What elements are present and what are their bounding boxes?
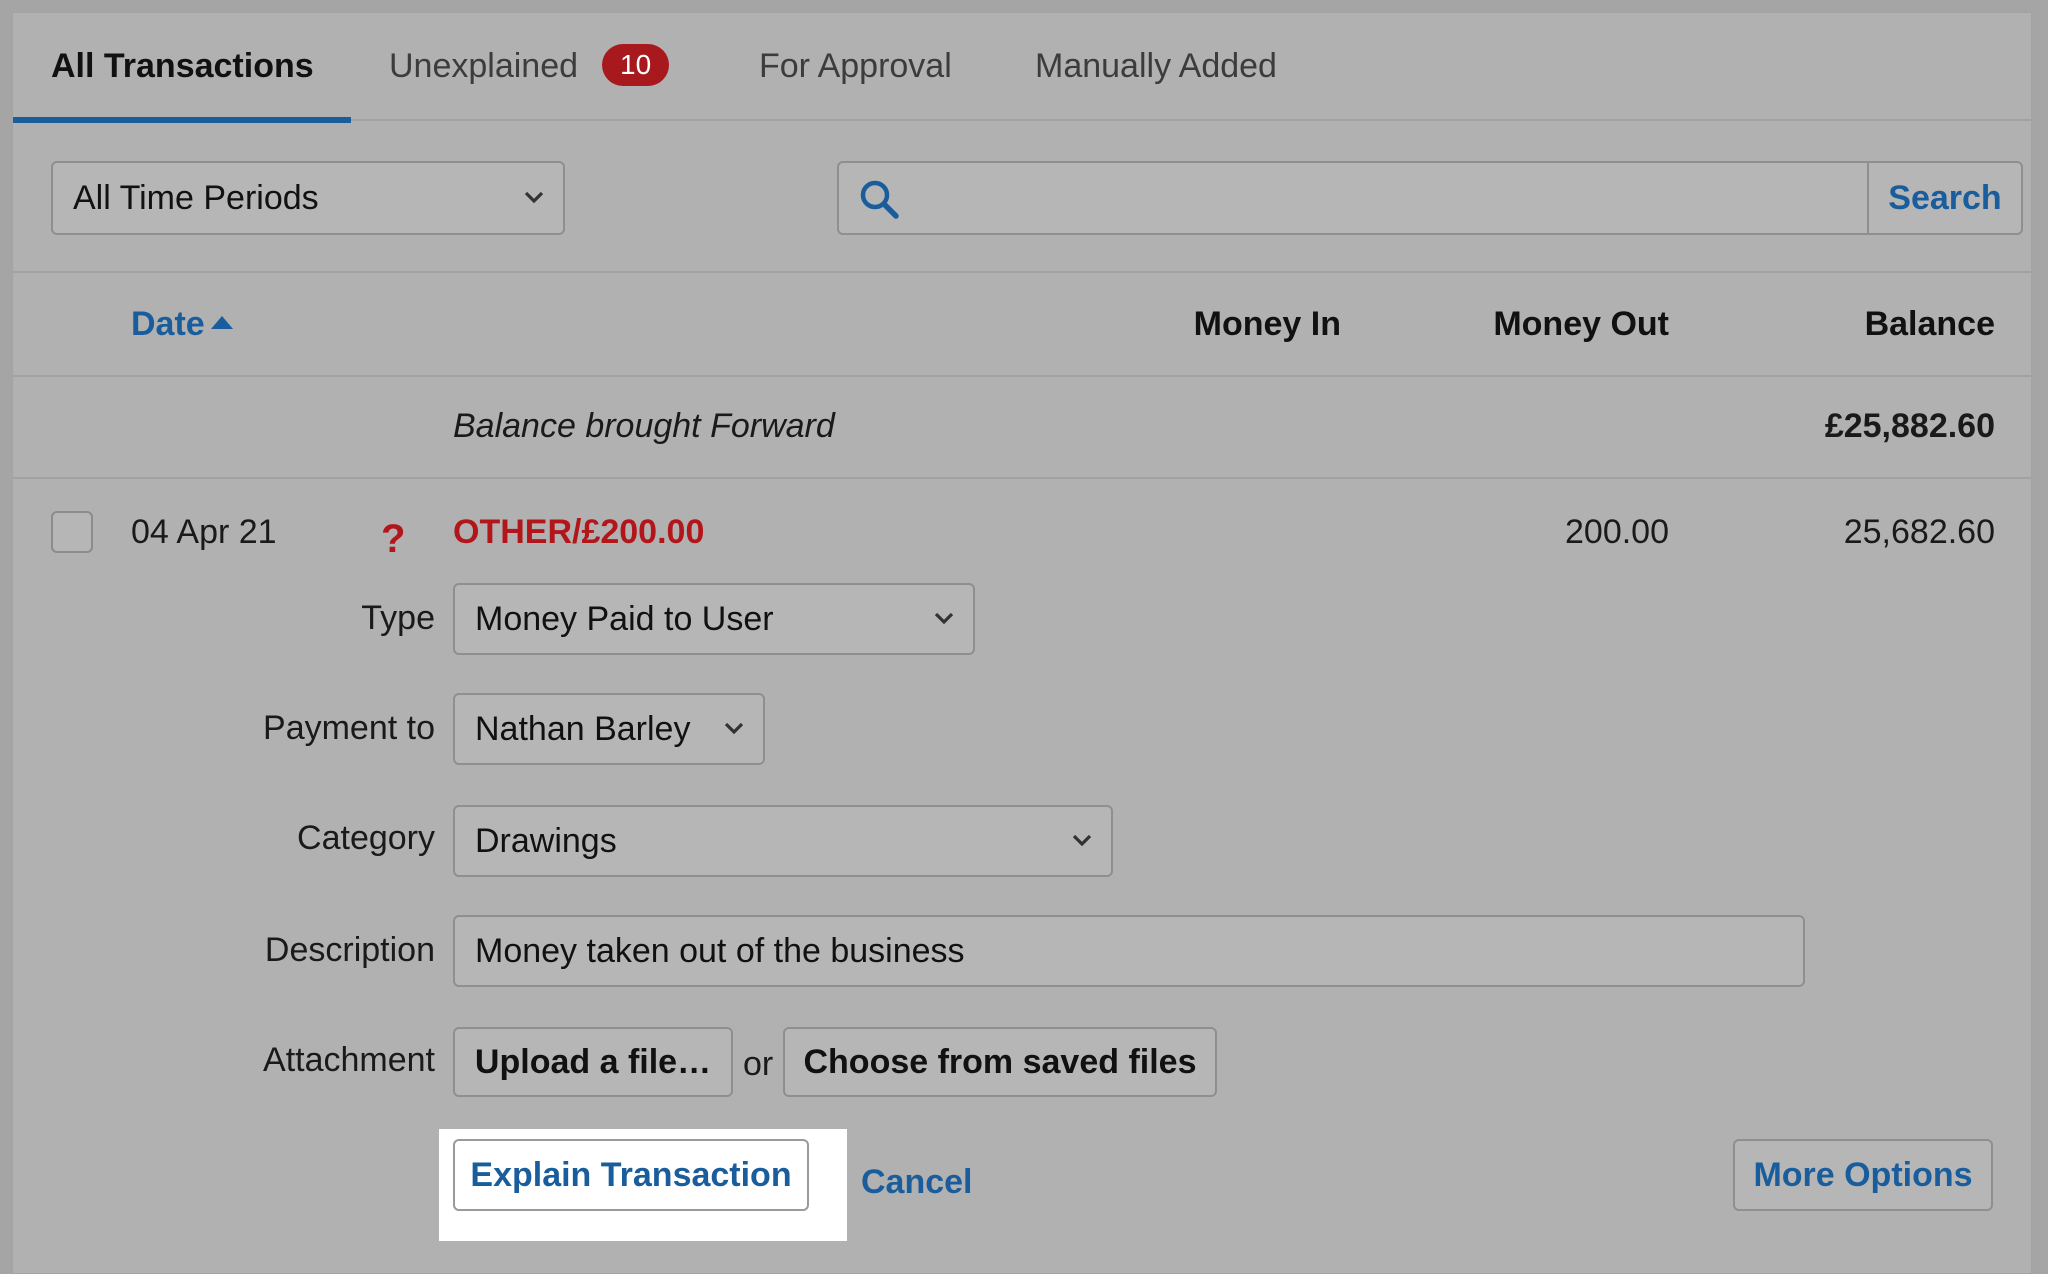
category-value: Drawings: [475, 821, 617, 860]
attachment-label: Attachment: [263, 1041, 435, 1079]
tab-all-transactions[interactable]: All Transactions: [13, 13, 351, 123]
chevron-down-icon: [724, 722, 744, 735]
tab-label: For Approval: [759, 47, 952, 85]
date-sort-link[interactable]: Date: [131, 305, 205, 343]
divider: [13, 375, 2031, 377]
tab-bar: All Transactions Unexplained 10 For Appro…: [13, 13, 2031, 123]
choose-saved-files-button[interactable]: Choose from saved files: [783, 1027, 1217, 1097]
balance-forward-amount: £25,882.60: [1824, 407, 1995, 445]
date-column-header[interactable]: Date: [131, 305, 233, 344]
search-input[interactable]: [919, 163, 1823, 235]
type-select[interactable]: Money Paid to User: [453, 583, 975, 655]
money-in-column-header: Money In: [1193, 305, 1341, 343]
transaction-description[interactable]: OTHER/£200.00: [453, 513, 704, 552]
type-label: Type: [361, 599, 435, 637]
tab-unexplained[interactable]: Unexplained 10: [389, 13, 670, 121]
time-period-select[interactable]: All Time Periods: [51, 161, 565, 235]
search-button[interactable]: Search: [1867, 163, 2021, 233]
chevron-down-icon: [934, 612, 954, 625]
upload-file-button[interactable]: Upload a file…: [453, 1027, 733, 1097]
transaction-checkbox[interactable]: [51, 511, 93, 553]
description-label: Description: [264, 931, 435, 969]
balance-column-header: Balance: [1864, 305, 1995, 343]
tab-label: Manually Added: [1035, 47, 1277, 85]
payment-to-label: Payment to: [263, 709, 435, 747]
or-text: or: [743, 1045, 774, 1083]
divider: [13, 271, 2031, 273]
active-tab-indicator: [13, 117, 351, 123]
time-period-value: All Time Periods: [73, 178, 319, 217]
more-options-button[interactable]: More Options: [1733, 1139, 1993, 1211]
sort-ascending-icon: [210, 315, 233, 329]
category-label: Category: [297, 819, 435, 857]
balance-forward-label: Balance brought Forward: [453, 407, 835, 445]
chevron-down-icon: [524, 191, 544, 204]
search-bar: Search: [837, 161, 2023, 235]
tab-for-approval[interactable]: For Approval: [759, 13, 952, 121]
description-input[interactable]: [453, 915, 1805, 987]
unexplained-status-icon: ?: [381, 517, 406, 561]
transaction-money-out: 200.00: [1565, 513, 1669, 551]
explain-transaction-button[interactable]: Explain Transaction: [453, 1139, 809, 1211]
transaction-date: 04 Apr 21: [131, 513, 277, 551]
payment-to-value: Nathan Barley: [475, 709, 691, 748]
money-out-column-header: Money Out: [1493, 305, 1669, 343]
divider: [13, 477, 2031, 479]
tab-manually-added[interactable]: Manually Added: [1035, 13, 1277, 121]
bank-transactions-panel: All Transactions Unexplained 10 For Appro…: [12, 12, 2032, 1274]
category-select[interactable]: Drawings: [453, 805, 1113, 877]
chevron-down-icon: [1072, 834, 1092, 847]
search-icon: [860, 180, 899, 219]
type-value: Money Paid to User: [475, 599, 774, 638]
payment-to-select[interactable]: Nathan Barley: [453, 693, 765, 765]
tab-label: All Transactions: [51, 47, 314, 85]
cancel-link[interactable]: Cancel: [861, 1163, 973, 1202]
tab-label: Unexplained: [389, 47, 579, 85]
unexplained-count-badge: 10: [602, 44, 670, 87]
transaction-balance: 25,682.60: [1843, 513, 1995, 551]
